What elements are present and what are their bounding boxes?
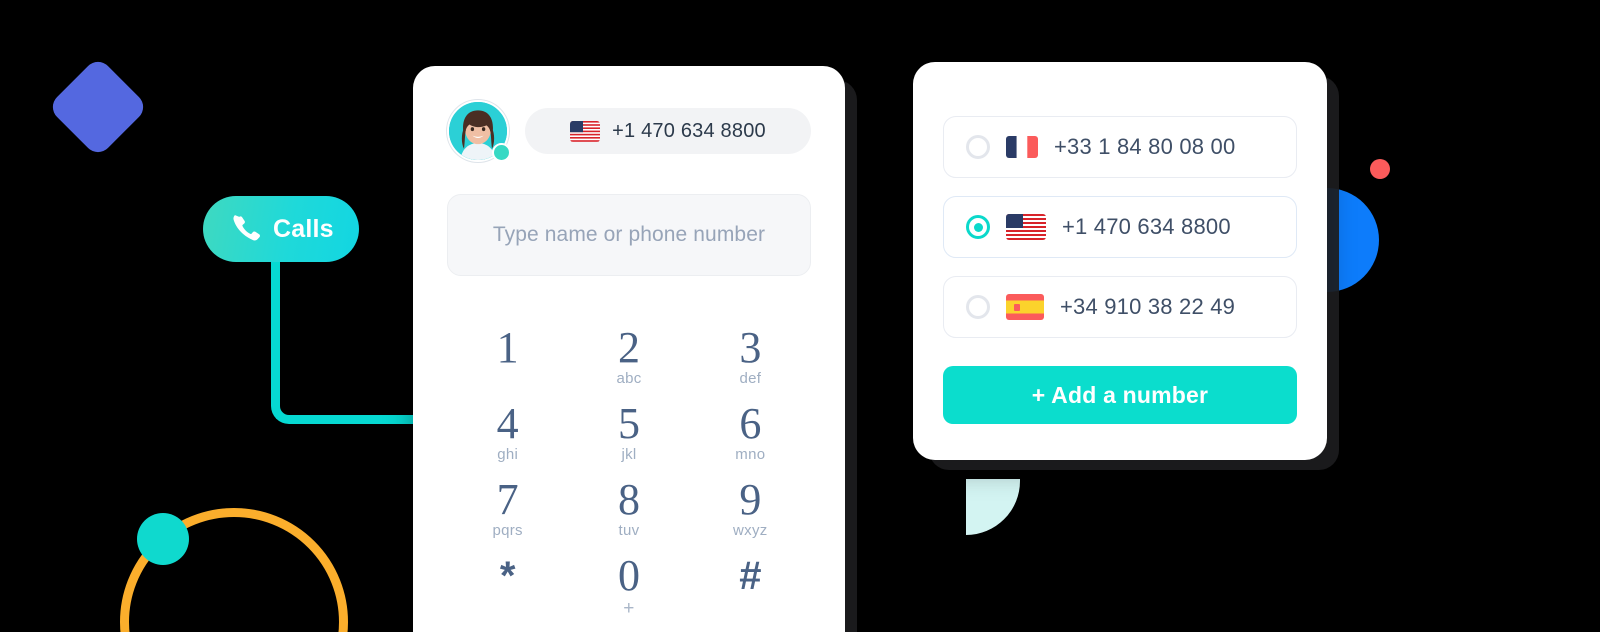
dialpad-digit: 9	[739, 475, 762, 524]
dialpad-sublabel: mno	[735, 446, 766, 463]
radio-unselected[interactable]	[966, 135, 990, 159]
avatar[interactable]	[447, 100, 511, 162]
dialer-card: +1 470 634 8800 Type name or phone numbe…	[413, 66, 845, 632]
dialpad-digit: #	[739, 554, 762, 598]
es-flag-icon	[1006, 294, 1044, 320]
connector-line	[271, 248, 417, 424]
dialpad-key-hash[interactable]: #	[690, 548, 811, 620]
dialpad-key-5[interactable]: 5 jkl	[568, 396, 689, 464]
dialpad-sublabel: +	[623, 598, 635, 619]
mint-quarter-icon	[966, 479, 1020, 535]
dialpad-key-7[interactable]: 7 pqrs	[447, 472, 568, 540]
phone-icon	[231, 214, 261, 244]
active-number-text: +1 470 634 8800	[612, 119, 766, 142]
radio-selected[interactable]	[966, 215, 990, 239]
dialpad-sublabel: abc	[616, 370, 642, 387]
add-number-button[interactable]: + Add a number	[943, 366, 1297, 424]
dialpad-key-star[interactable]: *	[447, 548, 568, 620]
numbers-card: +33 1 84 80 08 00 +1 470 634 8800 +34 91…	[913, 62, 1327, 460]
search-placeholder: Type name or phone number	[492, 223, 766, 246]
dialpad: 1 2 abc 3 def 4 ghi 5 jkl 6 mno 7 pqrs 8…	[447, 320, 811, 620]
screenshot-stage: Calls +1 470 634 8800 Type name or phone…	[0, 0, 1600, 632]
us-flag-icon	[570, 120, 601, 142]
dialpad-sublabel	[447, 598, 568, 616]
teal-dot-icon	[137, 513, 189, 565]
dialpad-sublabel: pqrs	[492, 522, 523, 539]
dialpad-key-6[interactable]: 6 mno	[690, 396, 811, 464]
dialpad-key-0[interactable]: 0 +	[568, 548, 689, 620]
red-dot-icon	[1370, 159, 1390, 179]
dialpad-sublabel: tuv	[618, 522, 640, 539]
active-number-pill[interactable]: +1 470 634 8800	[525, 108, 811, 154]
dialpad-digit: 4	[496, 399, 519, 448]
calls-badge[interactable]: Calls	[203, 196, 359, 262]
number-row[interactable]: +33 1 84 80 08 00	[943, 116, 1297, 178]
us-flag-icon	[1006, 214, 1046, 240]
dialpad-digit: 1	[496, 323, 519, 372]
dialpad-digit: 5	[617, 399, 640, 448]
number-row[interactable]: +1 470 634 8800	[943, 196, 1297, 258]
dialpad-digit: *	[499, 554, 516, 598]
dialer-header: +1 470 634 8800	[447, 100, 811, 162]
search-input[interactable]: Type name or phone number	[447, 194, 811, 276]
number-text: +34 910 38 22 49	[1060, 294, 1236, 319]
number-text: +1 470 634 8800	[1062, 214, 1231, 239]
fr-flag-icon	[1006, 136, 1038, 158]
dialpad-sublabel	[447, 370, 568, 388]
dialpad-key-8[interactable]: 8 tuv	[568, 472, 689, 540]
dialpad-sublabel: def	[739, 370, 762, 387]
dialpad-key-4[interactable]: 4 ghi	[447, 396, 568, 464]
online-status-indicator	[492, 143, 511, 162]
dialpad-digit: 0	[617, 551, 640, 600]
blue-diamond-icon	[47, 56, 149, 158]
dialpad-sublabel: wxyz	[733, 522, 768, 539]
dialpad-digit: 3	[739, 323, 762, 372]
number-row[interactable]: +34 910 38 22 49	[943, 276, 1297, 338]
dialpad-digit: 2	[617, 323, 640, 372]
dialpad-key-3[interactable]: 3 def	[690, 320, 811, 388]
dialpad-key-9[interactable]: 9 wxyz	[690, 472, 811, 540]
dialpad-sublabel: jkl	[621, 446, 637, 463]
dialpad-sublabel: ghi	[497, 446, 519, 463]
dialpad-key-2[interactable]: 2 abc	[568, 320, 689, 388]
calls-badge-label: Calls	[273, 214, 334, 243]
dialpad-sublabel	[690, 598, 811, 616]
dialpad-key-1[interactable]: 1	[447, 320, 568, 388]
dialpad-digit: 6	[739, 399, 762, 448]
radio-unselected[interactable]	[966, 295, 990, 319]
dialpad-digit: 7	[496, 475, 519, 524]
dialpad-digit: 8	[617, 475, 640, 524]
number-text: +33 1 84 80 08 00	[1054, 134, 1236, 159]
